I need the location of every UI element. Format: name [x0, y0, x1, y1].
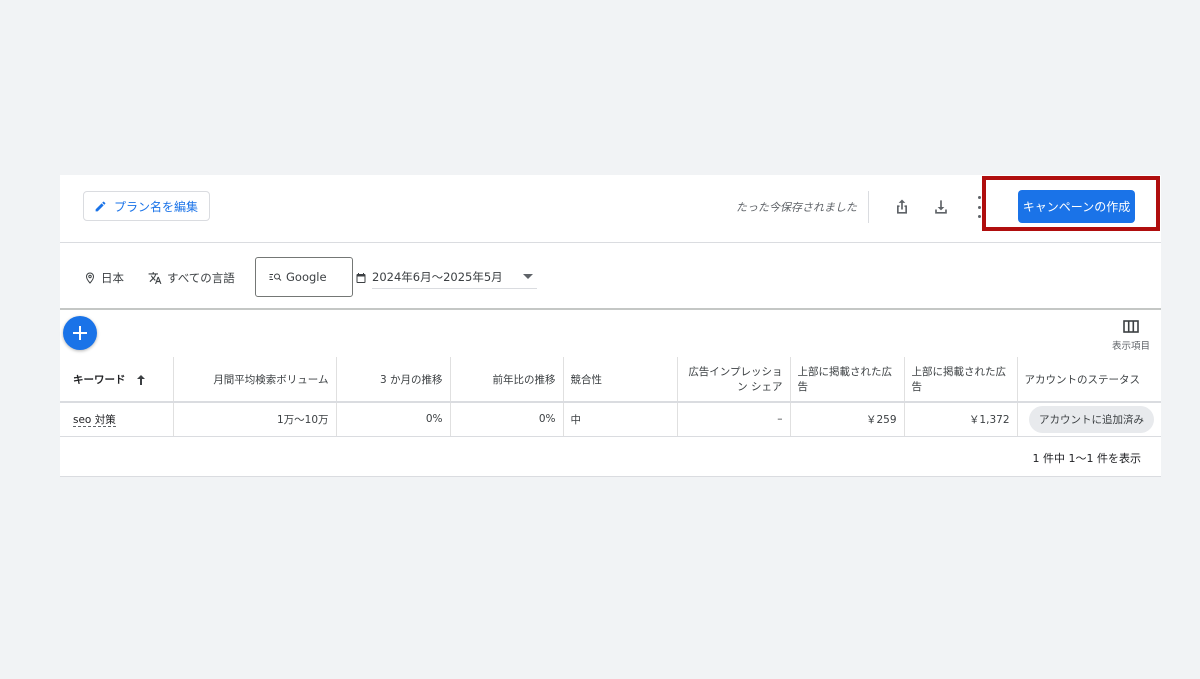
pencil-icon	[95, 201, 106, 211]
plan-toolbar: プラン名を編集 たった今保存されました キャンペーンの作成	[60, 175, 1161, 243]
network-filter[interactable]: Google	[255, 257, 353, 297]
header-three-month[interactable]: 3 か月の推移	[336, 357, 451, 403]
network-label: Google	[286, 270, 327, 284]
pagination-summary: 1 件中 1〜1 件を表示	[1032, 452, 1142, 465]
header-yoy[interactable]: 前年比の推移	[450, 357, 564, 403]
date-range-label: 2024年6月〜2025年5月	[372, 270, 503, 284]
download-button[interactable]	[929, 195, 953, 219]
sort-ascending-icon	[137, 375, 146, 385]
translate-icon	[148, 272, 162, 284]
header-account-status[interactable]: アカウントのステータス	[1017, 357, 1161, 403]
share-icon	[897, 199, 907, 214]
columns-button[interactable]: 表示項目	[1106, 320, 1156, 352]
three-month-cell: 0%	[336, 402, 451, 437]
status-badge[interactable]: アカウントに追加済み	[1029, 405, 1154, 433]
language-filter[interactable]: すべての言語	[148, 270, 235, 286]
header-keyword-label: キーワード	[73, 373, 126, 386]
columns-label: 表示項目	[1111, 341, 1150, 352]
keyword-table: キーワード 月間平均検索ボリューム 3 か月の推移 前年比の推移 競合性 広告イ…	[60, 357, 1161, 437]
add-keyword-button[interactable]	[63, 316, 97, 350]
highlight-annotation	[982, 176, 1160, 231]
header-competition[interactable]: 競合性	[563, 357, 678, 403]
rename-plan-button[interactable]: プラン名を編集	[83, 191, 210, 221]
language-label: すべての言語	[167, 271, 235, 285]
avg-monthly-cell: 1万～10万	[173, 402, 337, 437]
header-keyword[interactable]: キーワード	[60, 357, 174, 403]
rename-plan-label: プラン名を編集	[114, 199, 199, 214]
header-top-bid-high[interactable]: 上部に掲載された広告	[904, 357, 1018, 403]
keyword-cell[interactable]: seo 対策	[60, 402, 174, 437]
keyword-plan-card: プラン名を編集 たった今保存されました キャンペーンの作成 日本 すべての言語 …	[60, 175, 1161, 477]
toolbar-divider	[868, 191, 869, 223]
download-icon	[935, 200, 947, 214]
impression-share-cell: –	[677, 402, 791, 437]
account-status-cell: アカウントに追加済み	[1017, 402, 1161, 437]
header-avg-monthly[interactable]: 月間平均検索ボリューム	[173, 357, 337, 403]
plus-icon	[73, 326, 87, 340]
location-filter[interactable]: 日本	[84, 270, 124, 286]
header-top-bid-low[interactable]: 上部に掲載された広告	[790, 357, 905, 403]
calendar-icon	[356, 273, 366, 283]
keyword-text[interactable]: seo 対策	[73, 413, 116, 427]
location-label: 日本	[101, 271, 124, 285]
chevron-down-icon	[522, 274, 533, 279]
date-range-filter[interactable]: 2024年6月〜2025年5月	[355, 267, 537, 289]
yoy-cell: 0%	[450, 402, 564, 437]
location-pin-icon	[85, 272, 95, 284]
header-impression-share[interactable]: 広告インプレッション シェア	[677, 357, 791, 403]
competition-cell: 中	[563, 402, 678, 437]
table-row: seo 対策 1万～10万 0% 0% 中 – ￥259 ￥1,372 アカウン…	[60, 402, 1161, 437]
top-bid-high-cell: ￥1,372	[904, 402, 1018, 437]
table-header-row: キーワード 月間平均検索ボリューム 3 か月の推移 前年比の推移 競合性 広告イ…	[60, 357, 1161, 403]
columns-icon	[1123, 320, 1139, 333]
save-status-text: たった今保存されました	[736, 201, 857, 214]
filter-bar: 日本 すべての言語 Google 2024年6月〜2025年5月	[60, 244, 1161, 310]
search-network-icon	[269, 273, 282, 281]
share-button[interactable]	[890, 195, 914, 219]
top-bid-low-cell: ￥259	[790, 402, 905, 437]
